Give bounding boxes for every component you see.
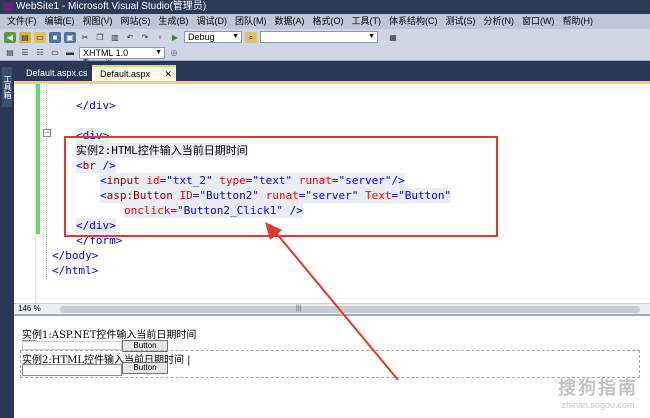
button2-control[interactable]: Button <box>122 362 168 374</box>
toolbox-strip: 工具箱 <box>0 61 14 418</box>
menu-format[interactable]: 格式(O) <box>310 14 349 29</box>
start-debugging-icon[interactable]: ▶ <box>169 32 181 43</box>
comment-icon[interactable]: ▭ <box>49 47 61 58</box>
doctype-select[interactable]: XHTML 1.0 Transitic▼ <box>79 46 165 68</box>
menu-help[interactable]: 帮助(H) <box>560 14 599 29</box>
chevron-down-icon: ▼ <box>155 48 162 56</box>
chevron-down-icon: ▼ <box>368 33 375 40</box>
menu-file[interactable]: 文件(F) <box>4 14 42 29</box>
menu-debug[interactable]: 调试(D) <box>194 14 233 29</box>
uncomment-icon[interactable]: ▬ <box>64 47 76 58</box>
close-icon[interactable]: ✕ <box>164 67 172 81</box>
chevron-down-icon: ▼ <box>232 33 239 40</box>
code-line: </div> <box>76 99 116 112</box>
menu-edit[interactable]: 编辑(E) <box>42 14 80 29</box>
tab-default-aspx-cs[interactable]: Default.aspx.cs <box>18 65 90 81</box>
menu-website[interactable]: 网站(S) <box>118 14 156 29</box>
horizontal-scrollbar[interactable]: 146 % ||| <box>14 303 650 314</box>
txt-2-input[interactable] <box>22 364 122 376</box>
menu-analyze[interactable]: 分析(N) <box>481 14 520 29</box>
visual-studio-icon <box>3 2 13 12</box>
toolbox-tab[interactable]: 工具箱 <box>2 67 12 107</box>
window-title: WebSite1 - Microsoft Visual Studio(管理员) <box>16 1 207 12</box>
find-combo[interactable]: ▼ <box>260 31 378 43</box>
code-line: </html> <box>52 264 99 277</box>
menu-bar: 文件(F) 编辑(E) 视图(V) 网站(S) 生成(B) 调试(D) 团队(M… <box>0 14 650 29</box>
scrollbar-thumb[interactable] <box>60 306 640 313</box>
undo-icon[interactable]: ↶ <box>124 32 136 43</box>
menu-data[interactable]: 数据(A) <box>272 14 310 29</box>
design-text-line1: 实例1:ASP.NET控件输入当前日期时间 <box>22 330 197 341</box>
document-tabs: Default.aspx.cs Default.aspx ✕ <box>14 61 650 81</box>
open-file-icon[interactable]: ▭ <box>34 31 46 43</box>
outdent-icon[interactable]: ☷ <box>34 47 46 58</box>
copy-icon[interactable]: ❐ <box>94 32 106 43</box>
validation-icon[interactable]: ◎ <box>168 47 180 58</box>
title-bar: WebSite1 - Microsoft Visual Studio(管理员) <box>0 0 650 14</box>
save-all-icon[interactable]: ▣ <box>64 31 76 43</box>
watermark: 搜狗指南 zhinan.sogou.com <box>558 378 638 410</box>
editor-gutter <box>14 84 36 303</box>
code-line: </body> <box>52 249 99 262</box>
navigate-icon[interactable]: ▫ <box>154 32 166 43</box>
menu-view[interactable]: 视图(V) <box>80 14 118 29</box>
menu-window[interactable]: 窗口(W) <box>519 14 560 29</box>
paste-icon[interactable]: ▥ <box>109 32 121 43</box>
design-view[interactable]: 实例1:ASP.NET控件输入当前日期时间 div Button 实例2:HTM… <box>14 314 650 418</box>
new-project-icon[interactable]: ▤ <box>19 31 31 43</box>
format-icon[interactable]: ▤ <box>4 47 16 58</box>
solution-explorer-icon[interactable]: ▦ <box>387 32 399 43</box>
indent-icon[interactable]: ☰ <box>19 47 31 58</box>
zoom-level[interactable]: 146 % <box>18 304 41 314</box>
menu-team[interactable]: 团队(M) <box>232 14 272 29</box>
outline-line <box>46 84 47 279</box>
save-icon[interactable]: ■ <box>49 31 61 43</box>
menu-architecture[interactable]: 体系结构(C) <box>386 14 443 29</box>
menu-build[interactable]: 生成(B) <box>156 14 194 29</box>
grip-icon: ||| <box>296 305 302 312</box>
change-tracking-bar <box>36 84 40 234</box>
solution-configuration-select[interactable]: Debug ▼ <box>184 31 242 43</box>
menu-tools[interactable]: 工具(T) <box>349 14 387 29</box>
redo-icon[interactable]: ↷ <box>139 32 151 43</box>
standard-toolbar: ◀ ▤ ▭ ■ ▣ ✂ ❐ ▥ ↶ ↷ ▫ ▶ Debug ▼ ⌕ ▼ ▦ <box>0 29 650 45</box>
find-in-files-icon[interactable]: ⌕ <box>245 31 257 43</box>
navigate-back-icon[interactable]: ◀ <box>4 31 16 43</box>
cut-icon[interactable]: ✂ <box>79 32 91 43</box>
menu-test[interactable]: 测试(S) <box>443 14 481 29</box>
textbox-control[interactable] <box>22 341 122 350</box>
html-toolbar: ▤ ☰ ☷ ▭ ▬ XHTML 1.0 Transitic▼ ◎ <box>0 45 650 68</box>
annotation-highlight-box <box>64 136 498 237</box>
tab-default-aspx[interactable]: Default.aspx ✕ <box>92 65 176 81</box>
